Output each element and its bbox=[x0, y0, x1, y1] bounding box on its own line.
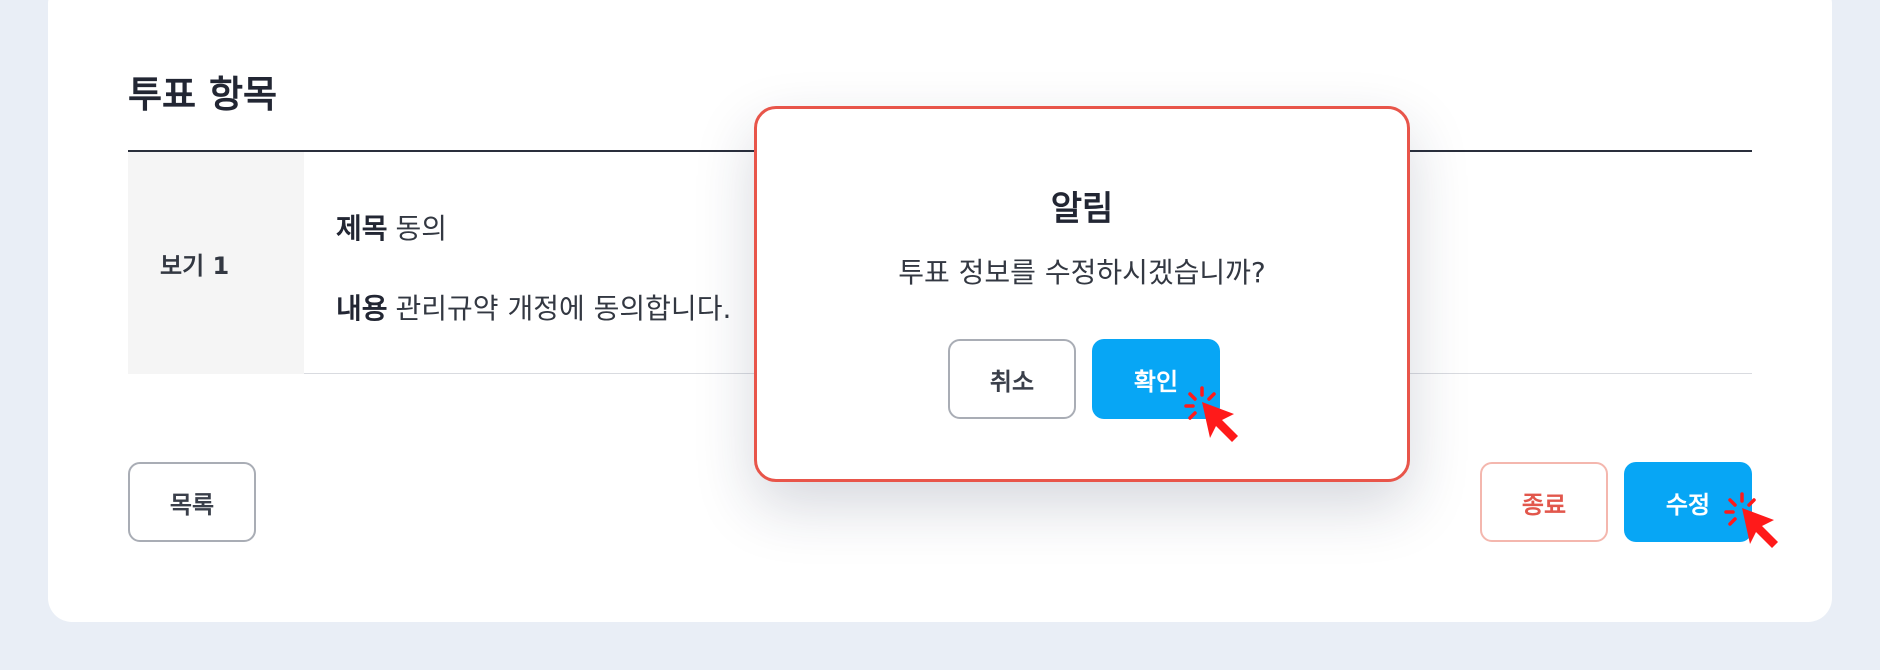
confirm-button[interactable]: 확인 bbox=[1092, 339, 1220, 419]
vote-item-content: 내용 관리규약 개정에 동의합니다. bbox=[336, 287, 731, 327]
title-label: 제목 bbox=[336, 212, 388, 245]
vote-item-header: 보기 1 bbox=[128, 152, 304, 374]
dialog-message: 투표 정보를 수정하시겠습니까? bbox=[898, 256, 1266, 289]
dialog-title: 알림 bbox=[1050, 189, 1114, 229]
content-label: 내용 bbox=[336, 292, 388, 325]
confirm-dialog: 알림 투표 정보를 수정하시겠습니까? 취소 확인 bbox=[754, 106, 1410, 482]
edit-button[interactable]: 수정 bbox=[1624, 462, 1752, 542]
title-value: 동의 bbox=[395, 212, 448, 245]
end-button[interactable]: 종료 bbox=[1480, 462, 1608, 542]
cancel-button[interactable]: 취소 bbox=[948, 339, 1076, 419]
content-value: 관리규약 개정에 동의합니다. bbox=[395, 292, 732, 325]
vote-item-title: 제목 동의 bbox=[336, 207, 447, 247]
section-title: 투표 항목 bbox=[128, 73, 278, 116]
list-button[interactable]: 목록 bbox=[128, 462, 256, 542]
